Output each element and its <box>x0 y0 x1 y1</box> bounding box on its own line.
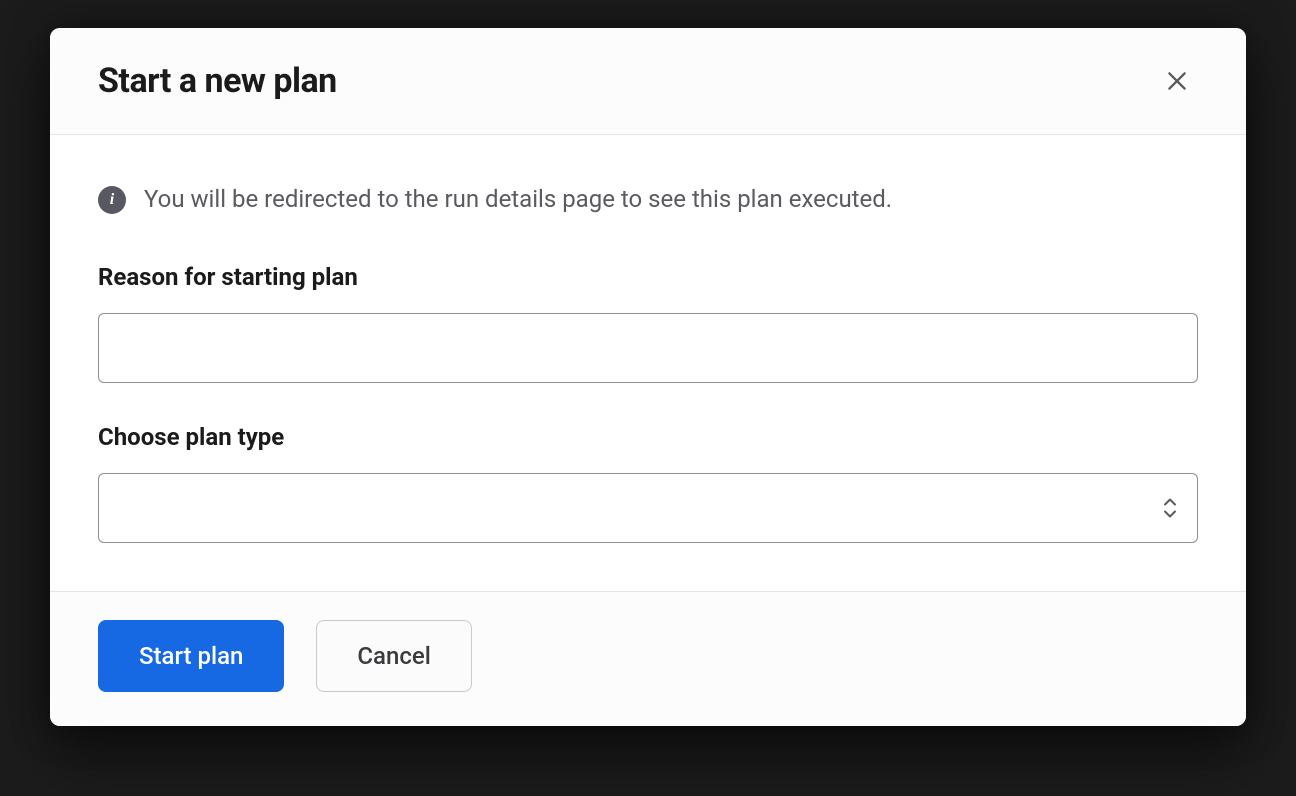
info-text: You will be redirected to the run detail… <box>144 183 892 217</box>
info-icon: i <box>98 186 126 214</box>
start-plan-modal: Start a new plan i You will be redirecte… <box>50 28 1246 726</box>
plan-type-label: Choose plan type <box>98 423 1198 451</box>
close-icon <box>1164 68 1190 94</box>
modal-title: Start a new plan <box>98 61 337 101</box>
modal-body: i You will be redirected to the run deta… <box>50 135 1246 591</box>
plan-type-select[interactable] <box>98 473 1198 543</box>
cancel-button[interactable]: Cancel <box>316 620 471 692</box>
reason-input[interactable] <box>98 313 1198 383</box>
reason-field-group: Reason for starting plan <box>98 263 1198 383</box>
close-button[interactable] <box>1156 60 1198 102</box>
plan-type-field-group: Choose plan type <box>98 423 1198 543</box>
start-plan-button[interactable]: Start plan <box>98 620 284 692</box>
reason-label: Reason for starting plan <box>98 263 1198 291</box>
modal-footer: Start plan Cancel <box>50 591 1246 726</box>
plan-type-select-wrap <box>98 473 1198 543</box>
modal-header: Start a new plan <box>50 28 1246 135</box>
info-banner: i You will be redirected to the run deta… <box>98 183 1198 217</box>
